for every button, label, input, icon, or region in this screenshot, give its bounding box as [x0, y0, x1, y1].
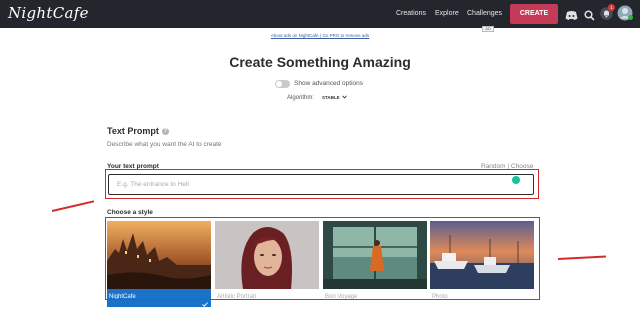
algorithm-label: Algorithm: — [287, 95, 315, 101]
discord-icon[interactable] — [565, 8, 578, 26]
notification-badge: 1 — [608, 4, 615, 11]
nav-creations[interactable]: Creations — [396, 10, 426, 17]
nav-explore[interactable]: Explore — [435, 10, 459, 17]
chevron-down-icon — [341, 95, 347, 100]
text-prompt-heading: Text Prompt — [107, 126, 159, 136]
advanced-options-label[interactable]: Show advanced options — [294, 80, 363, 87]
ad-tag: AD — [482, 26, 494, 32]
avatar[interactable] — [617, 5, 633, 26]
page-title: Create Something Amazing — [229, 54, 411, 70]
top-navigation-bar: NightCafe Creations Explore Challenges C… — [0, 0, 640, 28]
nightcafe-logo[interactable]: NightCafe — [8, 4, 89, 22]
annotation-box-prompt — [105, 169, 539, 199]
help-icon[interactable]: ? — [162, 128, 169, 135]
choose-style-heading: Choose a style — [107, 209, 153, 216]
create-button[interactable]: CREATE — [510, 4, 558, 24]
annotation-box-styles — [105, 217, 540, 300]
advanced-options-toggle[interactable] — [275, 80, 290, 88]
algorithm-value: STABLE — [322, 95, 340, 100]
ads-info-link[interactable]: About ads on NightCafe | Go PRO to remov… — [0, 33, 640, 38]
annotation-arrow-left — [51, 200, 95, 212]
annotation-arrow-right — [557, 255, 606, 260]
text-prompt-description: Describe what you want the AI to create — [107, 141, 222, 148]
nav-challenges[interactable]: Challenges — [467, 10, 502, 17]
algorithm-select[interactable]: STABLE — [322, 95, 347, 100]
search-icon[interactable] — [584, 8, 595, 26]
